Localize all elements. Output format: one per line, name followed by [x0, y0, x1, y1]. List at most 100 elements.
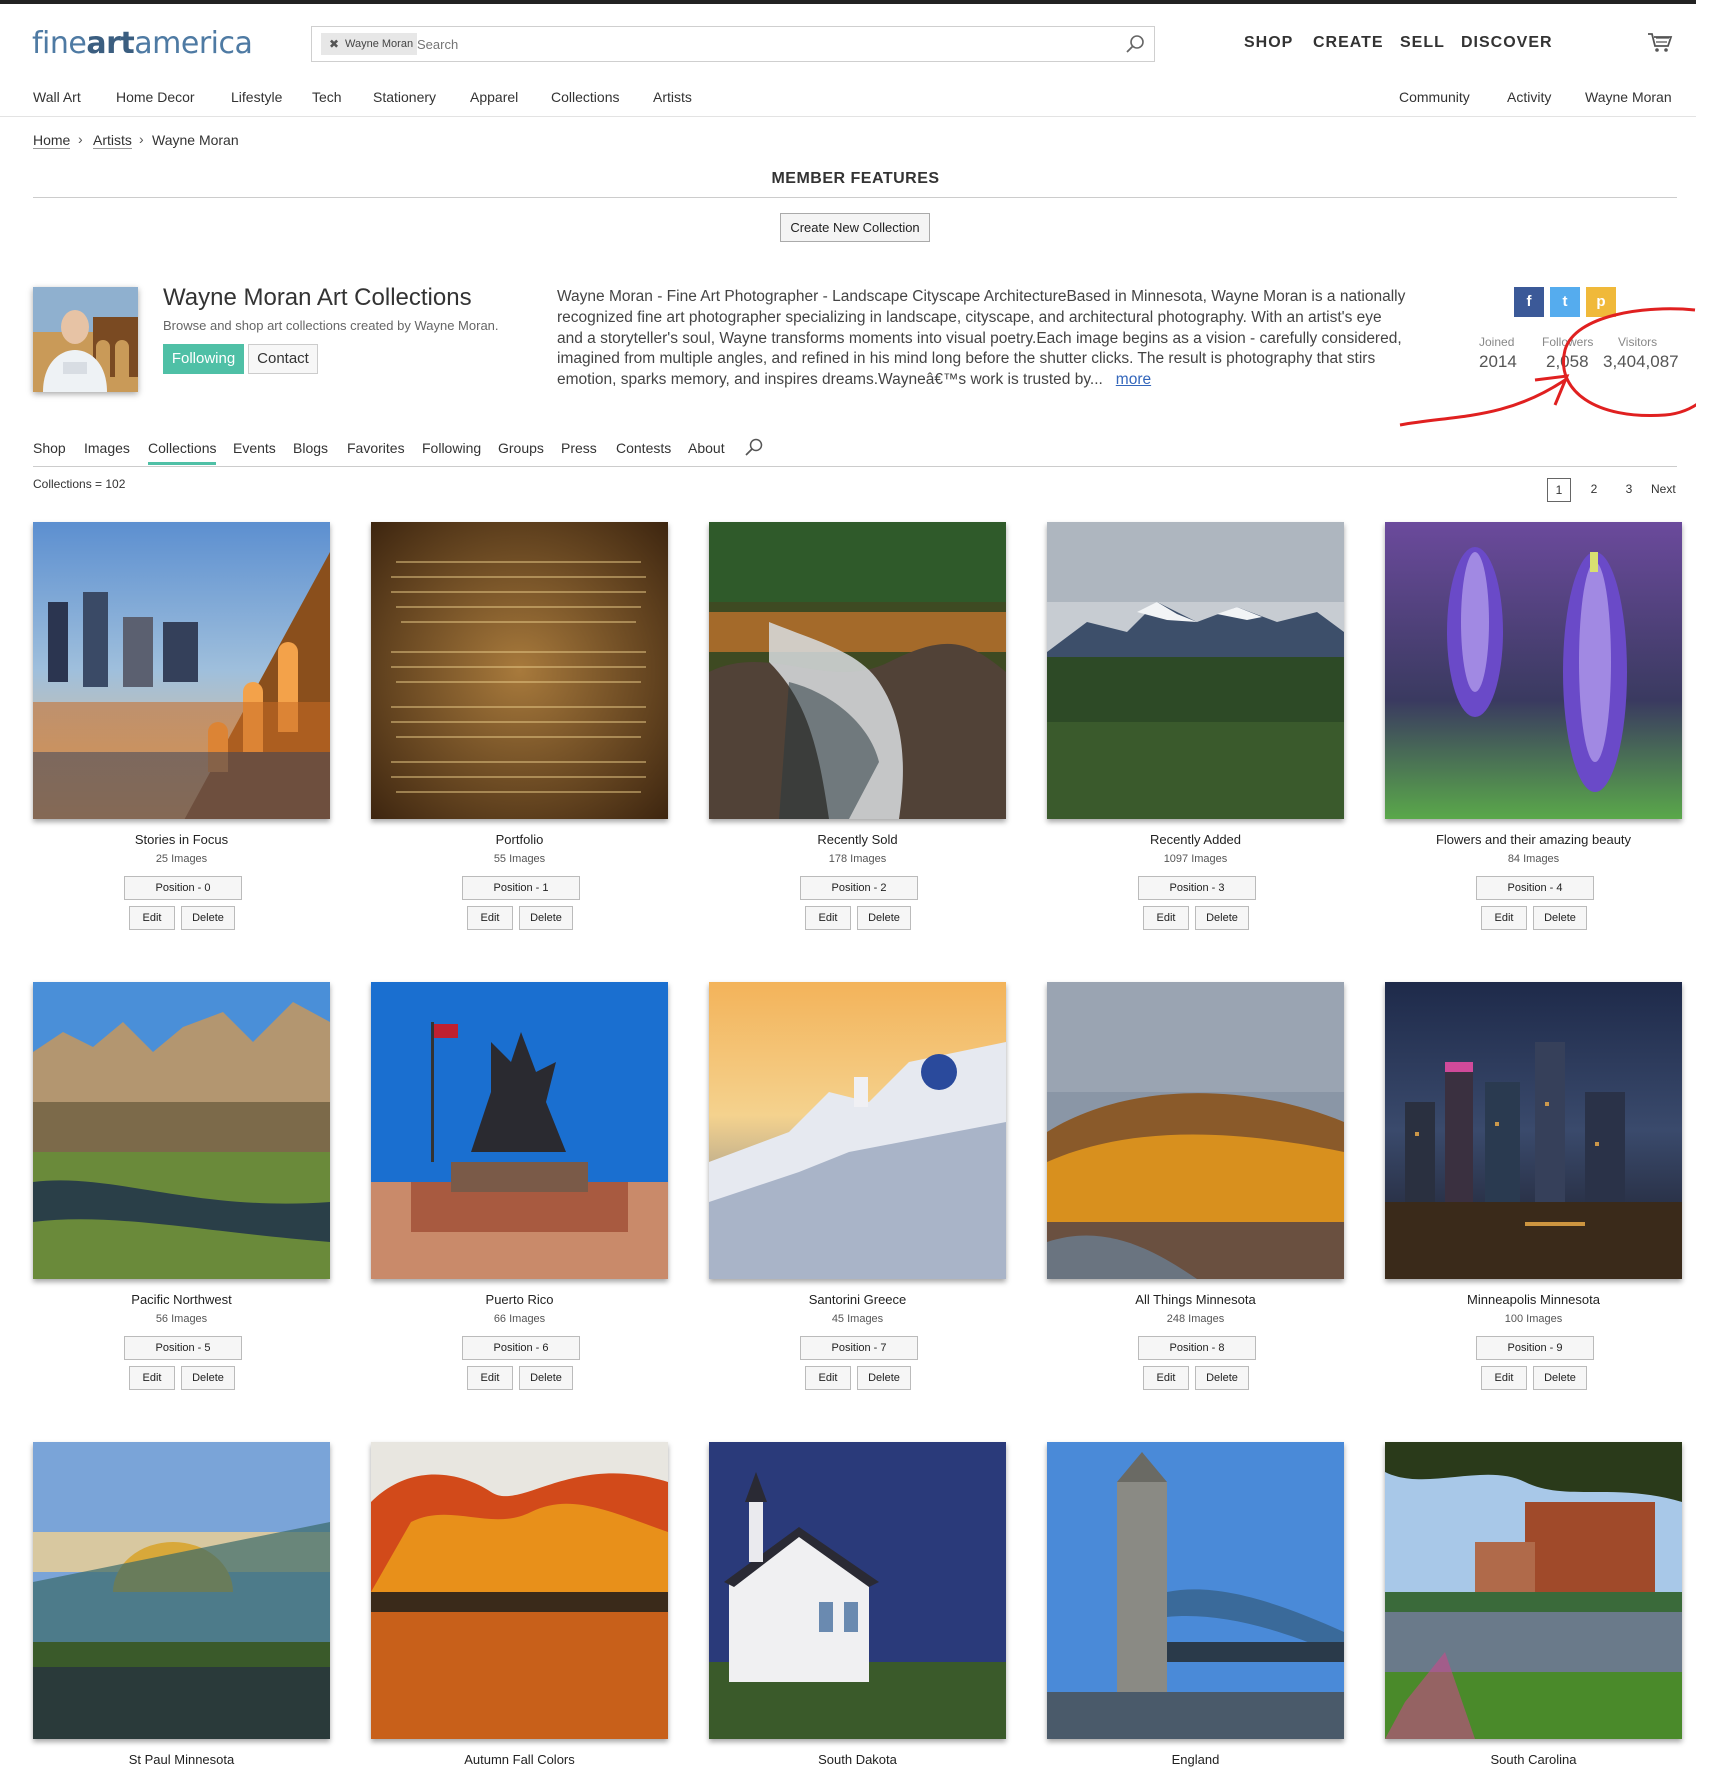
collection-title[interactable]: Puerto Rico [371, 1292, 668, 1307]
search-input[interactable] [417, 33, 1017, 55]
collection-title[interactable]: All Things Minnesota [1047, 1292, 1344, 1307]
edit-button[interactable]: Edit [805, 1366, 851, 1390]
delete-button[interactable]: Delete [1195, 1366, 1249, 1390]
contact-button[interactable]: Contact [248, 344, 318, 374]
collection-title[interactable]: Autumn Fall Colors [371, 1752, 668, 1767]
delete-button[interactable]: Delete [519, 1366, 573, 1390]
collection-thumbnail[interactable] [1385, 522, 1682, 819]
delete-button[interactable]: Delete [1533, 906, 1587, 930]
breadcrumb-artists[interactable]: Artists [93, 132, 132, 149]
edit-button[interactable]: Edit [1143, 906, 1189, 930]
tab-about[interactable]: About [688, 440, 725, 456]
collection-thumbnail[interactable] [709, 522, 1006, 819]
tab-blogs[interactable]: Blogs [293, 440, 328, 456]
page-next[interactable]: Next [1651, 482, 1676, 496]
nav-community[interactable]: Community [1399, 89, 1470, 105]
nav-create[interactable]: CREATE [1313, 34, 1384, 52]
collection-thumbnail[interactable] [1047, 982, 1344, 1279]
tab-collections[interactable]: Collections [148, 440, 217, 465]
tab-images[interactable]: Images [84, 440, 130, 456]
position-button[interactable]: Position - 3 [1138, 876, 1256, 900]
search-icon[interactable] [1124, 33, 1146, 55]
page-3[interactable]: 3 [1617, 478, 1641, 502]
delete-button[interactable]: Delete [1533, 1366, 1587, 1390]
edit-button[interactable]: Edit [467, 906, 513, 930]
tab-press[interactable]: Press [561, 440, 597, 456]
page-1[interactable]: 1 [1547, 478, 1571, 502]
position-button[interactable]: Position - 1 [462, 876, 580, 900]
edit-button[interactable]: Edit [129, 906, 175, 930]
collection-thumbnail[interactable] [371, 1442, 668, 1739]
tab-groups[interactable]: Groups [498, 440, 544, 456]
avatar[interactable] [33, 287, 138, 392]
collection-title[interactable]: St Paul Minnesota [33, 1752, 330, 1767]
position-button[interactable]: Position - 5 [124, 1336, 242, 1360]
delete-button[interactable]: Delete [519, 906, 573, 930]
delete-button[interactable]: Delete [1195, 906, 1249, 930]
collection-thumbnail[interactable] [371, 522, 668, 819]
cat-artists[interactable]: Artists [653, 89, 692, 105]
delete-button[interactable]: Delete [857, 1366, 911, 1390]
site-logo[interactable]: fineartamerica [32, 26, 253, 61]
delete-button[interactable]: Delete [181, 906, 235, 930]
edit-button[interactable]: Edit [1481, 906, 1527, 930]
collection-thumbnail[interactable] [1385, 982, 1682, 1279]
cat-stationery[interactable]: Stationery [373, 89, 436, 105]
nav-user[interactable]: Wayne Moran [1585, 89, 1672, 105]
collection-thumbnail[interactable] [371, 982, 668, 1279]
cat-tech[interactable]: Tech [312, 89, 342, 105]
cat-collections[interactable]: Collections [551, 89, 619, 105]
collection-thumbnail[interactable] [33, 1442, 330, 1739]
position-button[interactable]: Position - 7 [800, 1336, 918, 1360]
collection-title[interactable]: Flowers and their amazing beauty [1385, 832, 1682, 847]
position-button[interactable]: Position - 4 [1476, 876, 1594, 900]
search-icon[interactable] [744, 437, 764, 457]
tab-following[interactable]: Following [422, 440, 481, 456]
tab-events[interactable]: Events [233, 440, 276, 456]
following-button[interactable]: Following [163, 344, 244, 374]
delete-button[interactable]: Delete [857, 906, 911, 930]
cat-wall-art[interactable]: Wall Art [33, 89, 81, 105]
collection-thumbnail[interactable] [1047, 1442, 1344, 1739]
collection-title[interactable]: Portfolio [371, 832, 668, 847]
position-button[interactable]: Position - 0 [124, 876, 242, 900]
nav-shop[interactable]: SHOP [1244, 34, 1293, 52]
breadcrumb-home[interactable]: Home [33, 132, 71, 149]
edit-button[interactable]: Edit [1143, 1366, 1189, 1390]
nav-sell[interactable]: SELL [1400, 34, 1445, 52]
search-filter-chip[interactable]: ✖ Wayne Moran [321, 33, 422, 55]
position-button[interactable]: Position - 8 [1138, 1336, 1256, 1360]
cat-apparel[interactable]: Apparel [470, 89, 518, 105]
bio-more-link[interactable]: more [1116, 371, 1151, 388]
collection-title[interactable]: South Carolina [1385, 1752, 1682, 1767]
cart-icon[interactable] [1647, 32, 1673, 54]
page-2[interactable]: 2 [1582, 478, 1606, 502]
collection-title[interactable]: Minneapolis Minnesota [1385, 1292, 1682, 1307]
position-button[interactable]: Position - 6 [462, 1336, 580, 1360]
edit-button[interactable]: Edit [805, 906, 851, 930]
nav-activity[interactable]: Activity [1507, 89, 1551, 105]
collection-title[interactable]: Recently Added [1047, 832, 1344, 847]
edit-button[interactable]: Edit [1481, 1366, 1527, 1390]
collection-title[interactable]: South Dakota [709, 1752, 1006, 1767]
edit-button[interactable]: Edit [467, 1366, 513, 1390]
collection-thumbnail[interactable] [709, 982, 1006, 1279]
collection-title[interactable]: England [1047, 1752, 1344, 1767]
collection-title[interactable]: Stories in Focus [33, 832, 330, 847]
delete-button[interactable]: Delete [181, 1366, 235, 1390]
collection-thumbnail[interactable] [709, 1442, 1006, 1739]
cat-lifestyle[interactable]: Lifestyle [231, 89, 282, 105]
close-icon[interactable]: ✖ [329, 33, 339, 55]
position-button[interactable]: Position - 2 [800, 876, 918, 900]
collection-thumbnail[interactable] [33, 522, 330, 819]
collection-thumbnail[interactable] [1047, 522, 1344, 819]
collection-thumbnail[interactable] [33, 982, 330, 1279]
collection-title[interactable]: Pacific Northwest [33, 1292, 330, 1307]
cat-home-decor[interactable]: Home Decor [116, 89, 195, 105]
create-collection-button[interactable]: Create New Collection [780, 213, 930, 242]
tab-shop[interactable]: Shop [33, 440, 66, 456]
tab-contests[interactable]: Contests [616, 440, 671, 456]
collection-title[interactable]: Santorini Greece [709, 1292, 1006, 1307]
tab-favorites[interactable]: Favorites [347, 440, 405, 456]
collection-title[interactable]: Recently Sold [709, 832, 1006, 847]
